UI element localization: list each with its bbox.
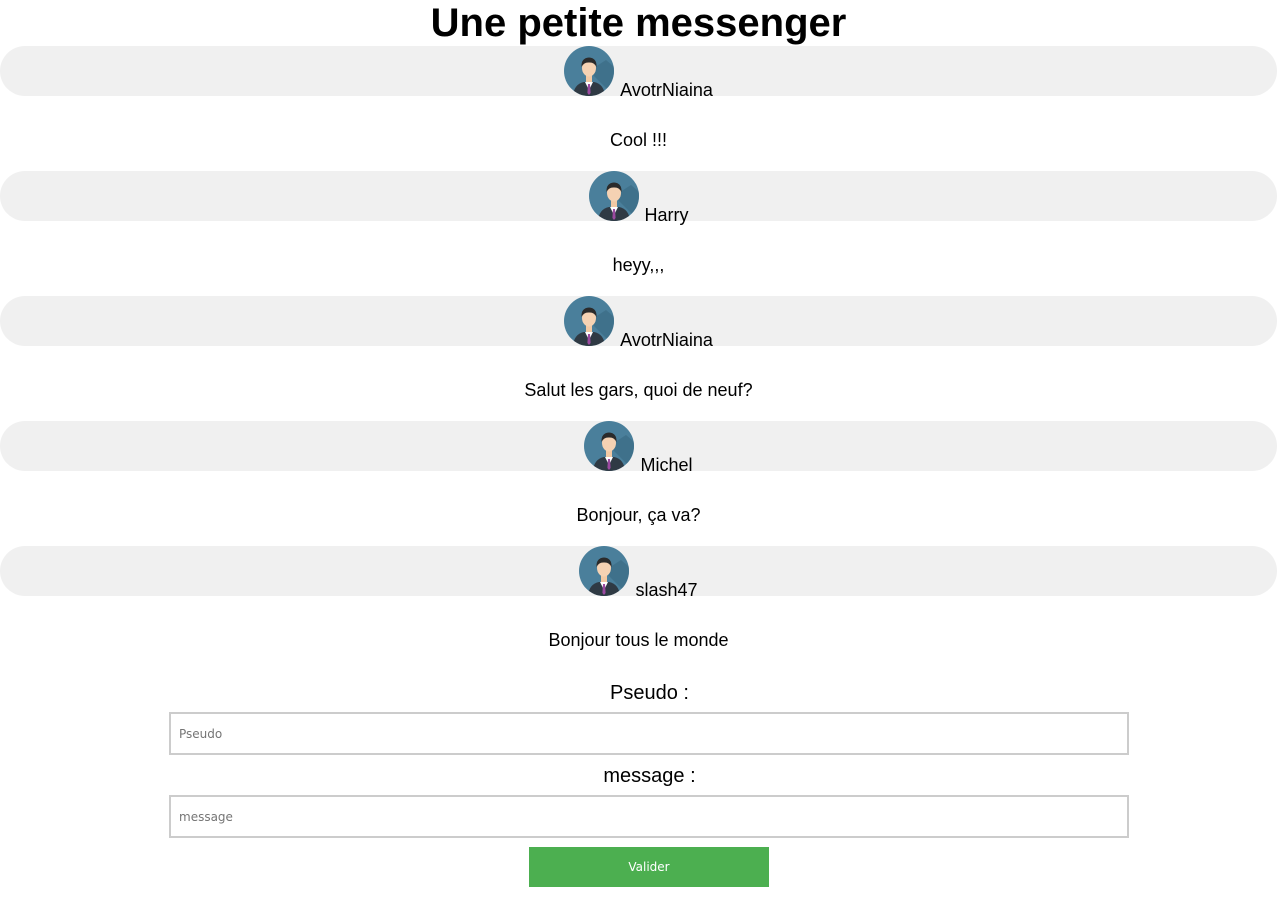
message-author: AvotrNiaina: [0, 296, 1277, 350]
username: slash47: [635, 580, 698, 600]
pseudo-label: Pseudo :: [610, 682, 689, 704]
message-text: Salut les gars, quoi de neuf?: [524, 380, 753, 400]
message-item: AvotrNiaina Salut les gars, quoi de neuf…: [0, 296, 1277, 421]
message-text: heyy,,,: [612, 255, 665, 275]
pseudo-input[interactable]: [169, 712, 1129, 755]
username: Michel: [640, 455, 693, 475]
message-text: Bonjour, ça va?: [576, 505, 701, 525]
messenger-page: Une petite messenger AvotrNiaina Cool !!…: [0, 0, 1277, 897]
submit-button[interactable]: Valider: [529, 847, 769, 887]
username: AvotrNiaina: [620, 80, 713, 100]
message-item: Harry heyy,,,: [0, 171, 1277, 296]
message-author: slash47: [0, 546, 1277, 600]
message-item: Michel Bonjour, ça va?: [0, 421, 1277, 546]
user-avatar-icon: [564, 296, 615, 346]
username: Harry: [644, 205, 689, 225]
message-text: Bonjour tous le monde: [548, 630, 729, 650]
message-author: Harry: [0, 171, 1277, 225]
message-item: slash47 Bonjour tous le monde: [0, 546, 1277, 671]
page-title: Une petite messenger: [430, 1, 847, 45]
user-avatar-icon: [588, 171, 639, 221]
message-author: AvotrNiaina: [0, 46, 1277, 100]
message-item: AvotrNiaina Cool !!!: [0, 46, 1277, 171]
message-text: Cool !!!: [609, 130, 668, 150]
message-label: message :: [603, 765, 696, 787]
username: AvotrNiaina: [620, 330, 713, 350]
user-avatar-icon: [579, 546, 630, 596]
message-input[interactable]: [169, 795, 1129, 838]
message-author: Michel: [0, 421, 1277, 475]
user-avatar-icon: [584, 421, 635, 471]
user-avatar-icon: [564, 46, 615, 96]
